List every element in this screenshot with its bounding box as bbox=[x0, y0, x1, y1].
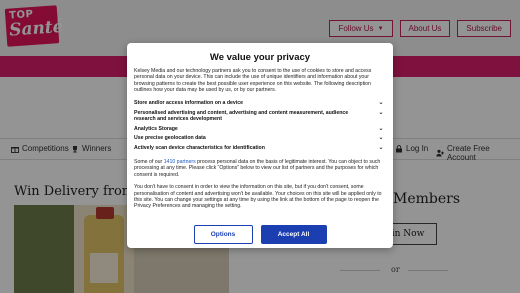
chevron-down-icon: ⌄ bbox=[378, 109, 384, 116]
purpose-label: Analytics Storage bbox=[134, 125, 178, 132]
purpose-geolocation[interactable]: Use precise geolocation data ⌄ bbox=[134, 134, 386, 144]
purpose-store-access[interactable]: Store and/or access information on a dev… bbox=[134, 99, 386, 109]
consent-dialog: We value your privacy Kelsey Media and o… bbox=[127, 43, 393, 248]
partners-paragraph: Some of our 1410 partners process person… bbox=[134, 159, 386, 178]
chevron-down-icon: ⌄ bbox=[378, 145, 384, 151]
consent-actions: Options Accept All bbox=[127, 225, 393, 244]
purpose-analytics-storage[interactable]: Analytics Storage ⌄ bbox=[134, 124, 386, 134]
chevron-down-icon: ⌄ bbox=[378, 135, 384, 142]
purpose-label: Personalised advertising and content, ad… bbox=[134, 109, 349, 123]
chevron-down-icon: ⌄ bbox=[378, 125, 384, 132]
options-button[interactable]: Options bbox=[193, 225, 253, 244]
partners-link[interactable]: 1410 partners bbox=[164, 159, 196, 165]
purpose-personalised-ads[interactable]: Personalised advertising and content, ad… bbox=[134, 108, 386, 124]
purpose-label: Actively scan device characteristics for… bbox=[134, 145, 265, 151]
partners-text-pre: Some of our bbox=[134, 159, 164, 165]
chevron-down-icon: ⌄ bbox=[378, 100, 384, 107]
consent-title: We value your privacy bbox=[209, 52, 311, 63]
purpose-device-scan[interactable]: Actively scan device characteristics for… bbox=[134, 143, 386, 153]
purpose-list: Store and/or access information on a dev… bbox=[134, 99, 386, 153]
refuse-paragraph: You don't have to consent in order to vi… bbox=[134, 184, 382, 210]
purpose-label: Store and/or access information on a dev… bbox=[134, 100, 243, 107]
purpose-label: Use precise geolocation data bbox=[134, 135, 206, 142]
accept-all-button[interactable]: Accept All bbox=[260, 225, 327, 244]
consent-intro: Kelsey Media and our technology partners… bbox=[134, 68, 372, 94]
